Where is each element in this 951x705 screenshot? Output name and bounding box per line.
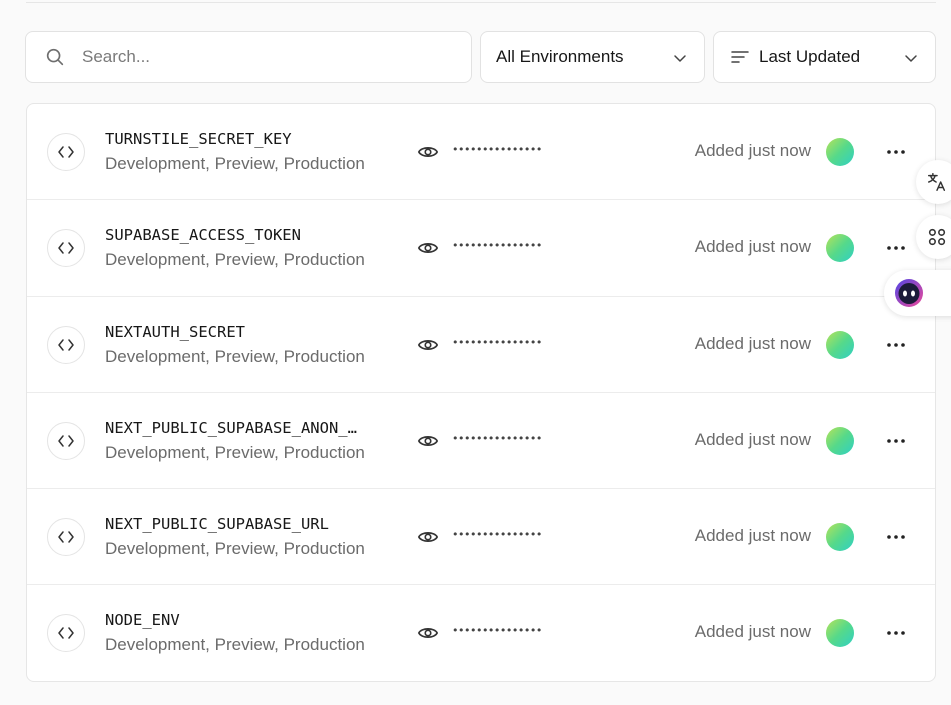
avatar	[826, 330, 854, 359]
sort-lines-icon	[731, 51, 749, 63]
eye-icon	[417, 532, 439, 543]
code-icon-badge	[47, 229, 85, 268]
code-icon	[58, 146, 74, 158]
env-var-environments: Development, Preview, Production	[105, 154, 365, 173]
env-var-environments: Development, Preview, Production	[105, 250, 365, 270]
more-horizontal-icon	[887, 535, 905, 539]
added-time: Added just now	[694, 622, 811, 642]
more-options-button[interactable]	[884, 527, 908, 547]
added-time: Added just now	[694, 526, 811, 546]
env-var-name: NODE_ENV	[105, 611, 180, 630]
eye-icon	[417, 147, 439, 157]
env-var-row[interactable]: TURNSTILE_SECRET_KEY Development, Previe…	[27, 104, 935, 201]
code-icon-badge	[47, 614, 85, 653]
env-var-name: NEXT_PUBLIC_SUPABASE_ANON_…	[105, 418, 357, 437]
chevron-down-icon	[905, 55, 917, 62]
more-options-button[interactable]	[884, 431, 908, 451]
avatar	[826, 523, 854, 552]
more-horizontal-icon	[887, 439, 905, 443]
code-icon-badge	[47, 421, 85, 460]
sort-label: Last Updated	[759, 47, 861, 66]
search-box[interactable]	[25, 31, 472, 83]
translate-icon	[928, 173, 946, 191]
env-var-name: TURNSTILE_SECRET_KEY	[105, 130, 292, 148]
toolbar: All Environments Last Updated	[25, 31, 936, 83]
avatar	[826, 138, 854, 166]
code-icon	[58, 531, 74, 543]
env-var-row[interactable]: NEXT_PUBLIC_SUPABASE_URL Development, Pr…	[27, 489, 935, 586]
env-var-name: NEXTAUTH_SECRET	[105, 322, 245, 341]
env-var-name: NEXT_PUBLIC_SUPABASE_URL	[105, 515, 329, 534]
masked-value: •••••••••••••••	[452, 335, 542, 349]
env-var-row[interactable]: NODE_ENV Development, Preview, Productio…	[27, 585, 935, 681]
code-icon	[58, 242, 74, 255]
env-var-environments: Development, Preview, Production	[105, 635, 365, 655]
env-var-row[interactable]: SUPABASE_ACCESS_TOKEN Development, Previ…	[27, 200, 935, 297]
reveal-value-button[interactable]	[416, 431, 440, 451]
masked-value: •••••••••••••••	[452, 431, 542, 445]
env-var-environments: Development, Preview, Production	[105, 442, 365, 462]
code-icon	[58, 338, 74, 351]
sort-select[interactable]: Last Updated	[713, 31, 936, 83]
avatar	[826, 234, 854, 263]
code-icon-badge	[47, 518, 85, 557]
reveal-value-button[interactable]	[416, 527, 440, 547]
eye-icon	[417, 435, 439, 446]
code-icon	[58, 435, 74, 447]
more-horizontal-icon	[887, 631, 905, 636]
top-divider	[26, 2, 936, 3]
code-icon-badge	[47, 325, 85, 364]
more-options-button[interactable]	[884, 335, 908, 355]
eye-icon	[417, 339, 439, 350]
assistant-face-icon	[895, 279, 923, 307]
search-input[interactable]	[82, 47, 422, 67]
masked-value: •••••••••••••••	[452, 143, 542, 156]
env-var-environments: Development, Preview, Production	[105, 539, 365, 559]
added-time: Added just now	[694, 237, 811, 257]
code-icon-badge	[47, 133, 85, 171]
eye-icon	[417, 628, 439, 639]
avatar	[826, 619, 854, 648]
masked-value: •••••••••••••••	[452, 624, 542, 638]
reveal-value-button[interactable]	[416, 335, 440, 355]
reveal-value-button[interactable]	[416, 142, 440, 162]
chevron-down-icon	[674, 55, 686, 62]
env-var-environments: Development, Preview, Production	[105, 346, 365, 366]
more-options-button[interactable]	[884, 238, 908, 258]
added-time: Added just now	[694, 429, 811, 449]
env-var-row[interactable]: NEXT_PUBLIC_SUPABASE_ANON_… Development,…	[27, 393, 935, 490]
avatar	[826, 426, 854, 455]
env-var-list: TURNSTILE_SECRET_KEY Development, Previe…	[26, 103, 936, 682]
search-icon	[46, 48, 64, 66]
more-horizontal-icon	[887, 150, 905, 154]
environment-filter-label: All Environments	[496, 47, 624, 66]
more-options-button[interactable]	[884, 142, 908, 162]
added-time: Added just now	[694, 141, 811, 160]
environment-filter-select[interactable]: All Environments	[480, 31, 705, 83]
masked-value: •••••••••••••••	[452, 528, 542, 542]
more-horizontal-icon	[887, 342, 905, 347]
reveal-value-button[interactable]	[416, 238, 440, 258]
added-time: Added just now	[694, 333, 811, 353]
env-var-name: SUPABASE_ACCESS_TOKEN	[105, 226, 301, 245]
eye-icon	[417, 243, 439, 254]
reveal-value-button[interactable]	[416, 623, 440, 643]
code-icon	[58, 627, 74, 640]
env-var-row[interactable]: NEXTAUTH_SECRET Development, Preview, Pr…	[27, 297, 935, 393]
more-horizontal-icon	[887, 246, 905, 251]
command-icon	[928, 228, 946, 246]
masked-value: •••••••••••••••	[452, 239, 542, 253]
assistant-button[interactable]	[884, 270, 951, 316]
more-options-button[interactable]	[884, 623, 908, 643]
